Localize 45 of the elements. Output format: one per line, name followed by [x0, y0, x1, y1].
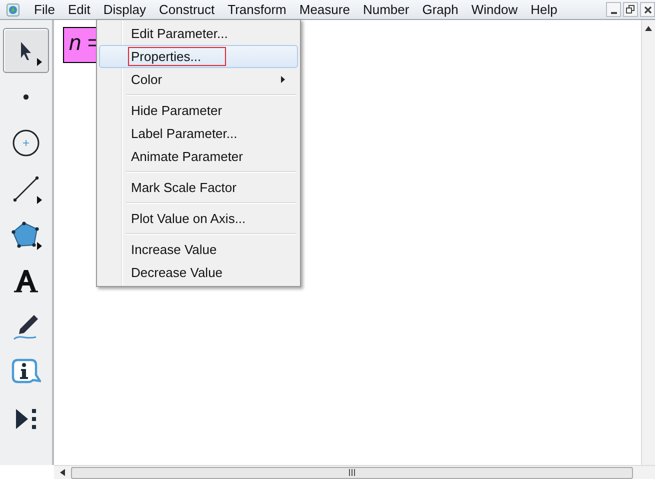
- text-tool-icon: [13, 268, 39, 292]
- menu-item[interactable]: Edit: [62, 2, 98, 17]
- menu-option[interactable]: Decrease Value: [99, 261, 298, 284]
- menu-item[interactable]: Measure: [293, 2, 357, 17]
- close-icon: [644, 6, 652, 14]
- grip-icon: [349, 469, 355, 476]
- menu-option[interactable]: Edit Parameter...: [99, 22, 298, 45]
- menu-option[interactable]: Increase Value: [99, 238, 298, 261]
- flyout-arrow-icon: [37, 196, 42, 204]
- menu-item[interactable]: Construct: [152, 2, 222, 17]
- horizontal-scrollbar[interactable]: [54, 465, 655, 479]
- menu-option[interactable]: Plot Value on Axis...: [99, 207, 298, 230]
- line-segment-icon: [12, 174, 40, 202]
- vertical-scrollbar[interactable]: [641, 20, 655, 465]
- marker-pen-icon: [12, 312, 40, 340]
- scroll-up-icon[interactable]: [645, 26, 652, 31]
- polygon-icon: [11, 220, 41, 248]
- menu-item[interactable]: File: [28, 2, 62, 17]
- menu-option[interactable]: Hide Parameter: [99, 99, 298, 122]
- flyout-arrow-icon: [37, 242, 42, 250]
- menu-item[interactable]: Number: [356, 2, 416, 17]
- menu-item[interactable]: Window: [465, 2, 525, 17]
- restore-icon: [626, 5, 635, 14]
- app-icon[interactable]: [6, 2, 20, 16]
- menu-item[interactable]: Transform: [222, 2, 294, 17]
- menu-option[interactable]: Properties...: [99, 45, 298, 68]
- scroll-left-icon[interactable]: [60, 469, 65, 476]
- menu-item[interactable]: Graph: [416, 2, 466, 17]
- close-button[interactable]: [640, 2, 655, 17]
- menu-option[interactable]: Mark Scale Factor: [99, 176, 298, 199]
- menu-item[interactable]: Help: [524, 2, 564, 17]
- menu-option[interactable]: Label Parameter...: [99, 122, 298, 145]
- circle-icon: [12, 128, 40, 156]
- point-icon: [23, 94, 29, 100]
- flyout-arrow-icon: [37, 58, 42, 66]
- restore-button[interactable]: [623, 2, 638, 17]
- menu-item[interactable]: Display: [97, 2, 153, 17]
- custom-tool-icon: [14, 406, 38, 430]
- minimize-button[interactable]: [606, 2, 621, 17]
- arrow-pointer-icon: [19, 40, 33, 60]
- tool-button[interactable]: [3, 28, 49, 73]
- minimize-icon: [610, 12, 616, 14]
- scroll-thumb[interactable]: [71, 466, 633, 478]
- menu-option[interactable]: Color: [99, 68, 298, 91]
- menu-option[interactable]: Animate Parameter: [99, 145, 298, 168]
